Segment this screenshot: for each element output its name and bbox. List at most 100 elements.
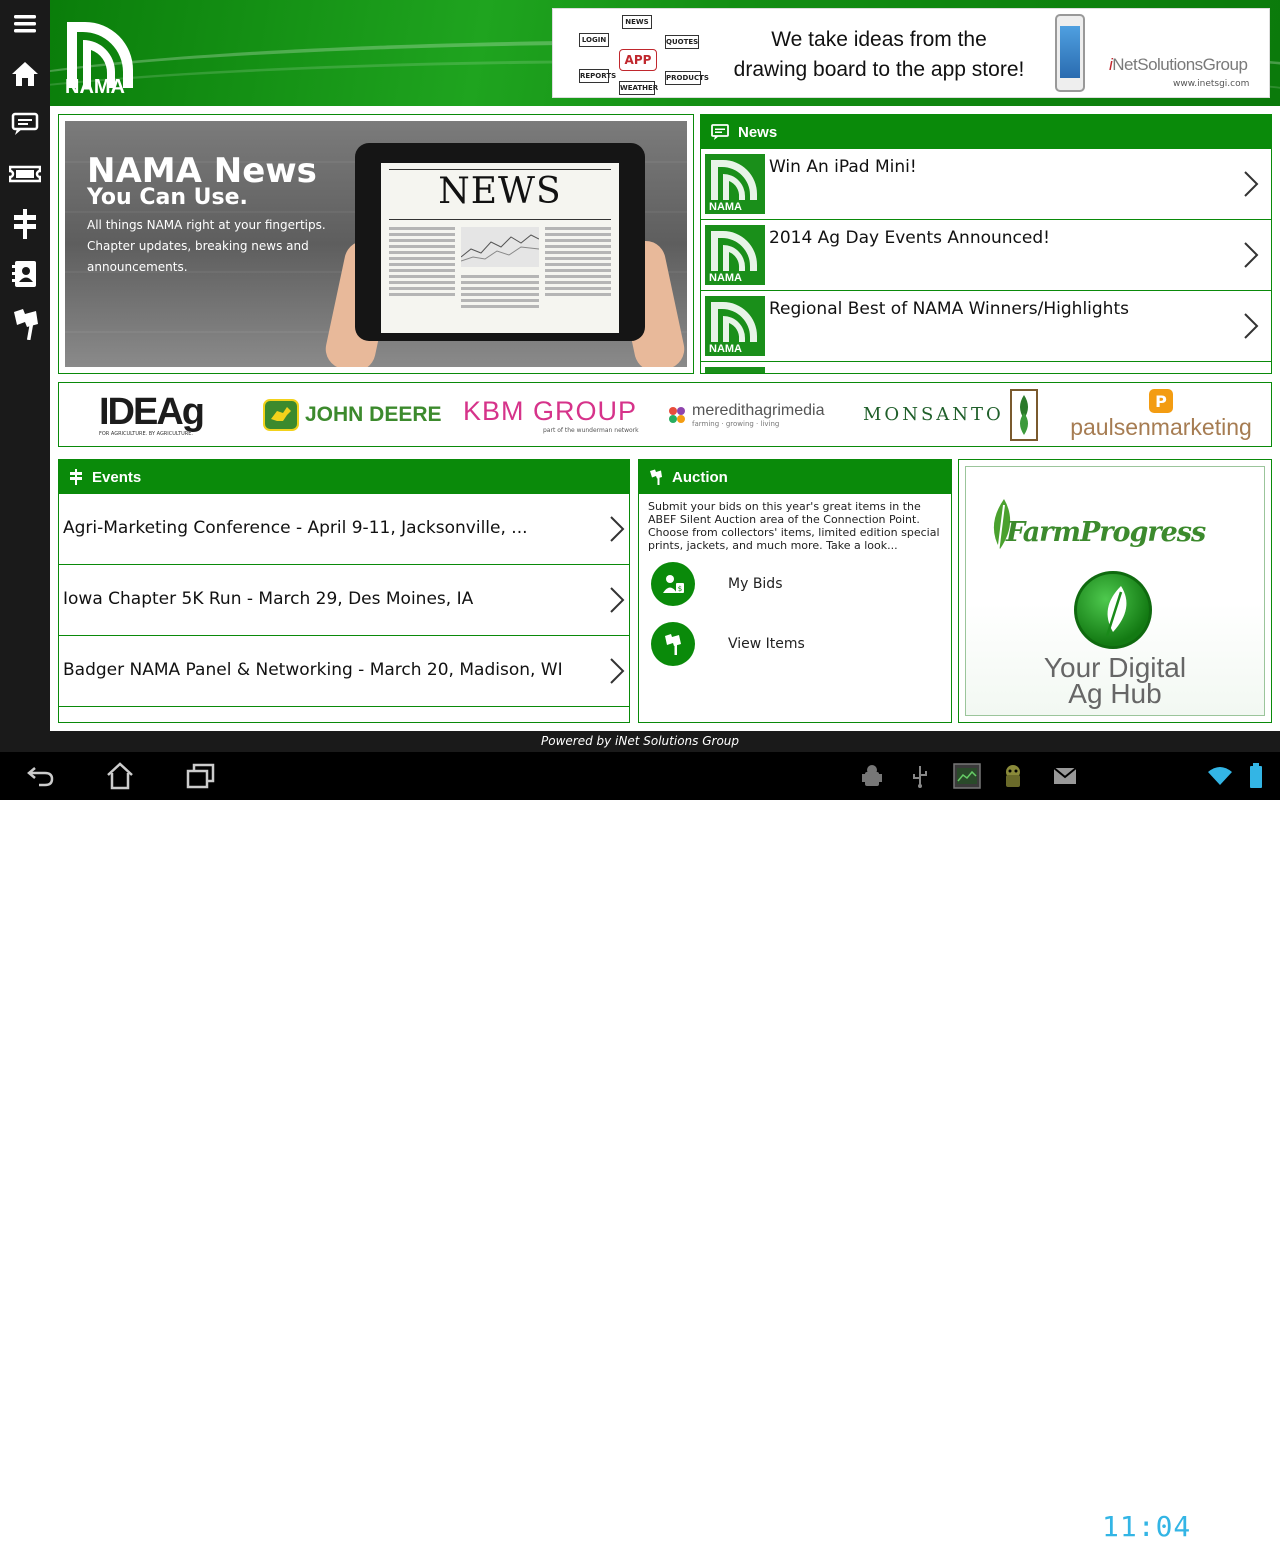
paulsen-p-icon: P [1149,389,1173,413]
news-item[interactable]: NAMA 2014 Ag Day Events Announced! [701,220,1271,291]
news-item-title: 2014 Ag Day Events Announced! [769,228,1050,248]
sponsor-paulsen[interactable]: P paulsenmarketing [1061,383,1261,446]
thumb-label: NAMA [709,201,742,213]
svg-text:$: $ [678,585,682,593]
chevron-right-icon [1244,313,1259,339]
flag-icon [649,469,663,485]
sponsor-strip[interactable]: IDEAg FOR AGRICULTURE. BY AGRICULTURE. J… [58,382,1272,447]
home-nav-icon[interactable] [102,760,138,792]
chat-icon[interactable] [5,106,45,142]
event-item[interactable]: Iowa Chapter 5K Run - March 29, Des Moin… [59,565,629,636]
farm-progress-card: FarmProgress Your Digital Ag Hub [965,466,1265,716]
news-item[interactable]: NAMA Regional Best of NAMA Winners/Highl… [701,291,1271,362]
hero-title: NAMA News [87,151,317,191]
sponsor-name: MONSANTO [863,404,1004,425]
newspaper-illustration: NEWS [381,163,619,333]
farm-progress-tagline-2: Ag Hub [1068,678,1162,709]
menu-icon[interactable] [5,6,45,42]
newspaper-headline: NEWS [438,171,562,212]
sponsor-ideag[interactable]: IDEAg FOR AGRICULTURE. BY AGRICULTURE. [99,383,249,446]
ad-banner[interactable]: NEWS LOGIN APP QUOTES REPORTS WEATHER PR… [552,8,1270,98]
events-header-label: Events [92,468,142,486]
chevron-right-icon [610,658,625,684]
sponsor-name: meredithagrimedia [692,401,825,419]
ticket-icon[interactable] [5,156,45,192]
recent-apps-icon[interactable] [182,760,218,792]
chevron-right-icon [1244,171,1259,197]
gmail-icon [1052,760,1078,792]
chat-icon [711,124,729,140]
view-items-button[interactable] [651,622,695,666]
back-icon[interactable] [22,760,58,792]
chevron-right-icon [610,587,625,613]
event-item-title: Badger NAMA Panel & Networking - March 2… [63,660,563,680]
logo-text: NAMA [65,76,125,98]
events-panel: Events Agri-Marketing Conference - April… [58,459,630,723]
sponsor-monsanto[interactable]: MONSANTO [863,383,1053,446]
flag-icon[interactable] [5,306,45,342]
news-item-title: Regional Best of NAMA Winners/Highlights [769,299,1129,319]
nama-thumb-icon: NAMA [705,296,765,356]
auction-panel: Auction Submit your bids on this year's … [638,459,952,723]
hero-subtitle: You Can Use. [87,185,248,210]
hero-card[interactable]: NAMA News You Can Use. All things NAMA r… [58,114,694,374]
news-item[interactable]: NAMA Win An iPad Mini! [701,149,1271,220]
event-item[interactable]: Badger NAMA Panel & Networking - March 2… [59,636,629,707]
sponsor-tagline: FOR AGRICULTURE. BY AGRICULTURE. [99,430,193,437]
home-icon[interactable] [5,56,45,92]
sponsor-meredith[interactable]: meredithagrimedia farming · growing · li… [665,383,855,446]
sketch-label: PRODUCTS [665,71,709,85]
banner-headline-line2: drawing board to the app store! [733,58,1025,81]
wifi-icon [1206,760,1234,792]
news-item-title: Win An iPad Mini! [769,157,917,177]
farm-progress-tagline: Your Digital Ag Hub [966,654,1264,709]
sketch-label: NEWS [622,15,652,29]
news-header: News [701,115,1271,149]
contacts-icon[interactable] [5,256,45,292]
event-item-title: Agri-Marketing Conference - April 9-11, … [63,518,528,538]
news-header-label: News [738,123,778,141]
powered-by: Powered by iNet Solutions Group [0,731,1280,752]
leaf-icon [1105,586,1127,637]
meredith-flower-icon [669,406,685,423]
android-navbar: 11:04 [0,752,1280,1543]
battery-icon [1246,760,1266,792]
sponsor-tagline: farming · growing · living [692,419,780,428]
my-bids-button[interactable]: $ [651,562,695,606]
hero-image: NAMA News You Can Use. All things NAMA r… [65,121,687,367]
nama-thumb-icon [705,367,765,373]
news-panel: News NAMA Win An iPad Mini! NAMA 2014 Ag… [700,114,1272,374]
sponsor-tagline: part of the wunderman network [543,426,639,434]
thumb-label: NAMA [709,272,742,284]
side-rail [0,0,50,752]
phone-icon [1055,14,1085,92]
sketch-label: APP [619,49,657,71]
signpost-icon[interactable] [5,206,45,242]
sponsor-kbm[interactable]: KBM GROUP part of the wunderman network [463,383,647,446]
chevron-right-icon [1244,242,1259,268]
sponsor-name: JOHN DEERE [305,402,442,426]
monsanto-leaf-icon [1009,388,1038,441]
auction-header-label: Auction [672,468,728,486]
money-icon: $ [663,575,684,593]
sponsor-john-deere[interactable]: JOHN DEERE [263,383,453,446]
event-item[interactable]: Agri-Marketing Conference - April 9-11, … [59,494,629,565]
signpost-icon [69,469,83,485]
auction-description: Submit your bids on this year's great it… [648,500,940,552]
view-items-label[interactable]: View Items [728,636,805,652]
hero-description: All things NAMA right at your fingertips… [87,218,326,274]
screenshot-icon [952,760,982,792]
usb-icon [908,760,932,792]
sponsor-name: paulsenmarketing [1070,414,1252,440]
app-header: NAMA NEWS LOGIN APP QUOTES REPORTS WEATH… [50,0,1280,106]
farm-progress-ad[interactable]: FarmProgress Your Digital Ag Hub [958,459,1272,723]
chevron-right-icon [610,516,625,542]
my-bids-label[interactable]: My Bids [728,576,783,592]
deer-icon [263,398,299,431]
android-robot-icon [1000,760,1026,792]
svg-text:P: P [1155,392,1167,411]
sketch-label: LOGIN [579,33,609,47]
sponsor-name: KBM GROUP [463,395,638,426]
farm-progress-emblem [1074,571,1152,649]
news-item-partial[interactable] [701,362,1271,373]
